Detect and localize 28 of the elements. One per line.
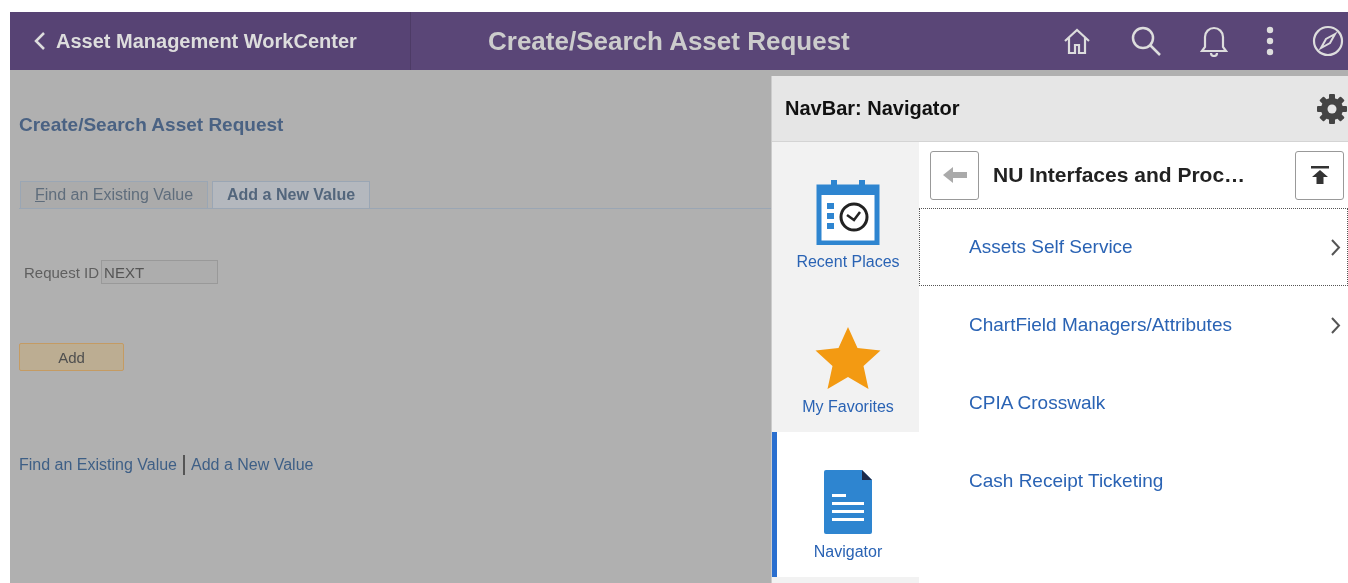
back-chevron-icon (34, 31, 46, 51)
panel-title: NavBar: Navigator (785, 97, 960, 120)
settings-icon[interactable] (1316, 92, 1348, 125)
add-button[interactable]: Add (19, 343, 124, 371)
folder-title: NU Interfaces and Proc… (993, 163, 1247, 187)
back-button[interactable] (930, 150, 979, 200)
arrow-to-top-icon (1309, 165, 1330, 185)
more-options-icon[interactable] (1266, 26, 1274, 56)
star-icon (815, 326, 881, 390)
notifications-icon[interactable] (1200, 25, 1228, 57)
tab[interactable]: Add a New Value (212, 181, 371, 208)
chevron-right-icon (1331, 238, 1341, 256)
calendar-clock-icon (816, 179, 880, 245)
home-icon[interactable] (1062, 26, 1092, 56)
document-icon (823, 469, 873, 535)
left-arrow-icon (941, 166, 968, 184)
link[interactable]: Add a New Value (191, 456, 314, 474)
search-icon[interactable] (1130, 25, 1162, 57)
compass-icon[interactable] (1312, 25, 1344, 57)
page-title: Create/Search Asset Request (487, 25, 851, 57)
chevron-right-icon (1331, 316, 1341, 334)
navbar-tile[interactable]: Navigator (772, 432, 919, 577)
request-id-field[interactable]: NEXT (101, 260, 219, 284)
page-heading: Create/Search Asset Request (19, 114, 285, 136)
collapse-button[interactable] (1295, 150, 1344, 200)
field-label: Request ID (24, 263, 100, 281)
navigator-item[interactable]: Assets Self Service (919, 208, 1348, 286)
link[interactable]: Find an Existing Value (19, 456, 177, 474)
